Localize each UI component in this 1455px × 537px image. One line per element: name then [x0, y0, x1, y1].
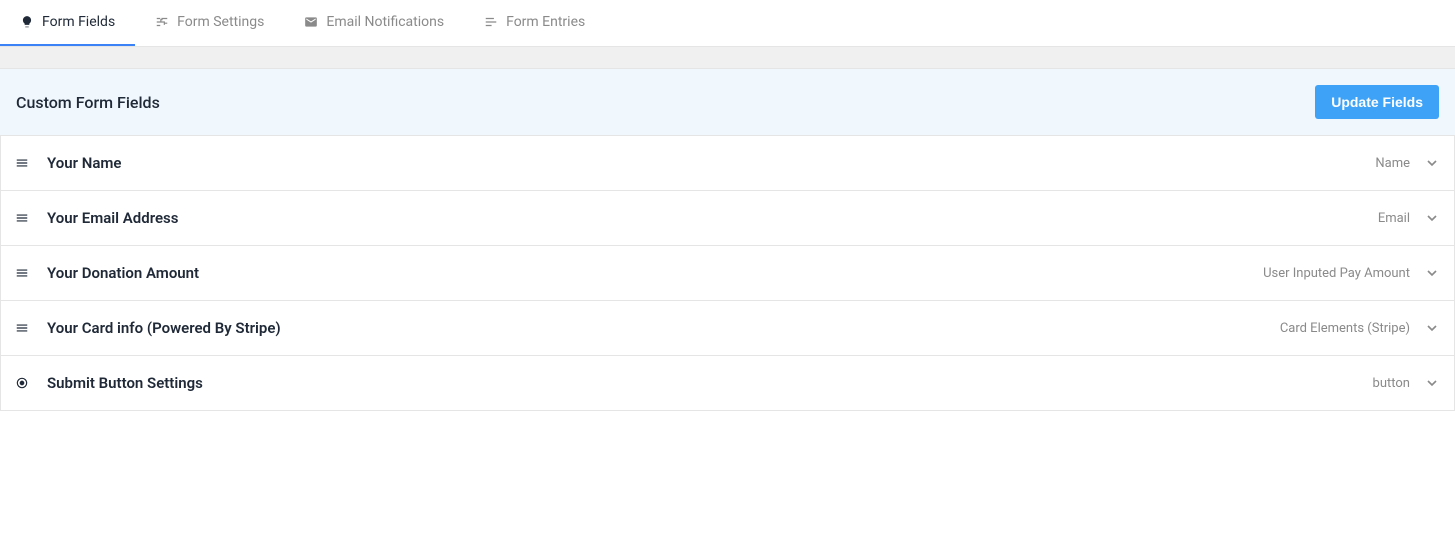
target-icon [15, 376, 29, 390]
field-label: Your Name [47, 154, 122, 172]
drag-handle-icon[interactable] [15, 266, 29, 280]
chevron-down-icon [1424, 375, 1440, 391]
tab-form-fields[interactable]: Form Fields [0, 0, 135, 46]
field-label: Submit Button Settings [47, 374, 203, 392]
sliders-icon [155, 15, 169, 29]
chevron-down-icon [1424, 210, 1440, 226]
chevron-down-icon [1424, 320, 1440, 336]
field-row-email[interactable]: Your Email Address Email [1, 191, 1454, 246]
tab-label: Form Entries [506, 14, 585, 30]
lightbulb-icon [20, 15, 34, 29]
update-fields-button[interactable]: Update Fields [1315, 85, 1439, 119]
section-header: Custom Form Fields Update Fields [0, 69, 1455, 136]
field-type: Card Elements (Stripe) [1280, 321, 1410, 336]
tab-label: Email Notifications [326, 14, 444, 30]
mail-icon [304, 15, 318, 29]
field-label: Your Card info (Powered By Stripe) [47, 319, 281, 337]
chevron-down-icon [1424, 155, 1440, 171]
drag-handle-icon[interactable] [15, 211, 29, 225]
field-type: button [1373, 376, 1410, 391]
field-label: Your Donation Amount [47, 264, 199, 282]
tab-email-notifications[interactable]: Email Notifications [284, 0, 464, 46]
tab-label: Form Fields [42, 14, 115, 30]
tab-label: Form Settings [177, 14, 264, 30]
field-row-donation-amount[interactable]: Your Donation Amount User Inputed Pay Am… [1, 246, 1454, 301]
fields-list: Your Name Name Your Email Address Email [0, 136, 1455, 411]
section-title: Custom Form Fields [16, 93, 160, 112]
tab-form-settings[interactable]: Form Settings [135, 0, 284, 46]
drag-handle-icon[interactable] [15, 156, 29, 170]
field-type: Name [1375, 156, 1410, 171]
list-icon [484, 15, 498, 29]
chevron-down-icon [1424, 265, 1440, 281]
field-label: Your Email Address [47, 209, 178, 227]
field-row-name[interactable]: Your Name Name [1, 136, 1454, 191]
field-row-submit-button[interactable]: Submit Button Settings button [1, 356, 1454, 411]
field-type: User Inputed Pay Amount [1263, 266, 1410, 281]
tab-form-entries[interactable]: Form Entries [464, 0, 605, 46]
field-row-card-info[interactable]: Your Card info (Powered By Stripe) Card … [1, 301, 1454, 356]
field-type: Email [1378, 211, 1410, 226]
tabs-bar: Form Fields Form Settings Email Notifica… [0, 0, 1455, 47]
drag-handle-icon[interactable] [15, 321, 29, 335]
spacer [0, 47, 1455, 69]
